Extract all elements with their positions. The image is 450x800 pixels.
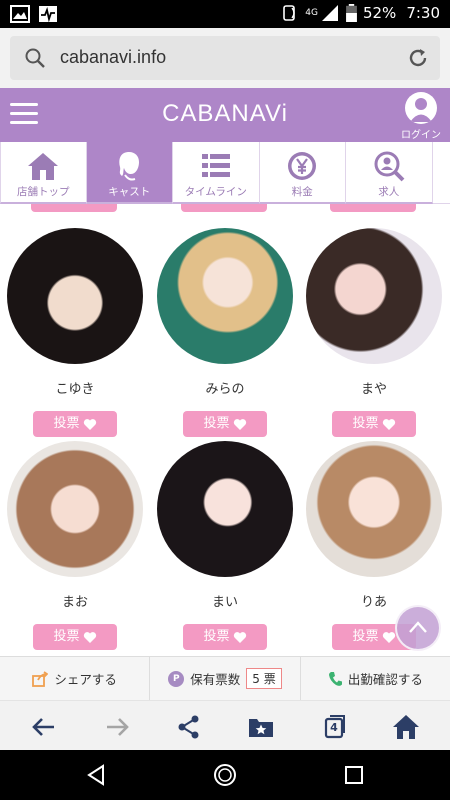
battery-level: 52% [362,4,397,22]
tab-label: 料金 [291,186,313,198]
activity-icon [39,6,57,23]
phone-icon [328,671,342,686]
vote-label: 投票 [352,416,379,431]
tab-count: 4 [330,721,338,734]
heart-icon [382,418,395,430]
url-text[interactable]: cabanavi.info [60,47,166,68]
back-to-top-button[interactable] [395,605,441,651]
tab-label: キャスト [108,186,151,198]
vote-label: 投票 [352,629,379,644]
tab-price[interactable]: 料金 [259,142,346,204]
list-icon [201,154,230,177]
login-button[interactable]: ログイン [400,92,442,141]
address-bar[interactable]: cabanavi.info [10,36,440,80]
browser-toolbar: 4 [0,700,450,750]
tab-recruit[interactable]: 求人 [346,142,433,204]
tab-cast[interactable]: キャスト [86,142,173,204]
votes-count: 5 票 [246,668,282,689]
site-logo[interactable]: CABANAVi [0,100,450,128]
forward-arrow-icon[interactable] [103,713,131,741]
vote-button[interactable] [31,204,117,212]
vote-button[interactable]: 投票 [33,624,117,650]
site-header: CABANAVi ログイン [0,88,450,142]
vote-button[interactable]: 投票 [183,624,267,650]
chevron-up-icon [409,621,427,633]
point-icon: P [168,670,185,687]
share-button[interactable]: シェアする [0,657,151,700]
attendance-check-button[interactable]: 出勤確認する [301,657,450,700]
android-nav-bar [0,750,450,800]
nfc-icon [283,5,296,21]
battery-icon [346,4,357,22]
cast-photo[interactable] [306,441,442,577]
cast-card[interactable]: こゆき 投票 [5,228,145,437]
signal-icon [321,5,338,21]
back-arrow-icon[interactable] [30,713,58,741]
cast-photo[interactable] [7,228,143,364]
vote-button[interactable]: 投票 [183,411,267,437]
search-person-icon [374,151,405,182]
photo-icon [10,5,30,23]
user-icon [405,92,437,124]
nav-recents-icon[interactable] [342,763,366,787]
cast-photo[interactable] [157,228,293,364]
heart-icon [83,631,96,643]
vote-button[interactable] [330,204,416,212]
tabs-button[interactable]: 4 [320,713,348,741]
heart-icon [233,631,246,643]
heart-icon [233,418,246,430]
share-nodes-icon[interactable] [175,713,203,741]
cast-name: みらの [205,382,245,397]
browser-url-area: cabanavi.info [0,28,450,88]
site-bottom-bar: シェアする P 保有票数 5 票 出勤確認する [0,656,450,700]
nav-tabs: 店舗トップ キャスト タイムライン 料金 求人 [0,142,450,204]
votes-held: P 保有票数 5 票 [150,657,301,700]
share-label: シェアする [54,672,117,687]
vote-label: 投票 [203,629,230,644]
home-icon[interactable] [392,713,420,741]
cast-photo[interactable] [7,441,143,577]
share-icon [32,670,49,687]
tab-label: 求人 [378,186,400,198]
attendance-label: 出勤確認する [347,672,423,687]
tab-timeline[interactable]: タイムライン [173,142,260,204]
cast-card[interactable]: みらの 投票 [155,228,295,437]
vote-label: 投票 [53,416,80,431]
cast-photo[interactable] [306,228,442,364]
tab-store-top[interactable]: 店舗トップ [0,142,87,204]
heart-icon [83,418,96,430]
status-bar: 4G 52% 7:30 [0,0,450,28]
tab-label: タイムライン [184,186,247,198]
vote-label: 投票 [203,416,230,431]
heart-icon [382,631,395,643]
vote-label: 投票 [53,629,80,644]
cast-grid: こゆき 投票 みらの 投票 まや 投票 まお 投票 まい 投票 りあ 投票 [0,204,450,656]
nav-back-icon[interactable] [84,763,108,787]
home-icon [28,153,59,180]
cast-card[interactable]: まや 投票 [304,228,444,437]
login-label: ログイン [401,130,441,141]
cast-name: まい [211,595,238,610]
nav-home-icon[interactable] [213,763,237,787]
vote-button[interactable]: 投票 [332,411,416,437]
vote-button[interactable] [181,204,267,212]
cast-card[interactable]: まい 投票 [155,441,295,650]
cast-name: こゆき [55,382,95,397]
bookmark-folder-icon[interactable] [247,713,275,741]
cast-card[interactable]: まお 投票 [5,441,145,650]
cast-photo[interactable] [157,441,293,577]
reload-icon[interactable] [406,46,430,70]
clock: 7:30 [406,4,440,22]
cast-name: まお [61,595,88,610]
cast-icon [119,152,140,181]
yen-icon [288,152,317,180]
vote-button[interactable]: 投票 [33,411,117,437]
search-icon [25,48,45,68]
tab-label: 店舗トップ [17,186,70,198]
cast-name: まや [360,382,387,397]
votes-label: 保有票数 [190,672,241,687]
network-type: 4G [305,8,318,18]
